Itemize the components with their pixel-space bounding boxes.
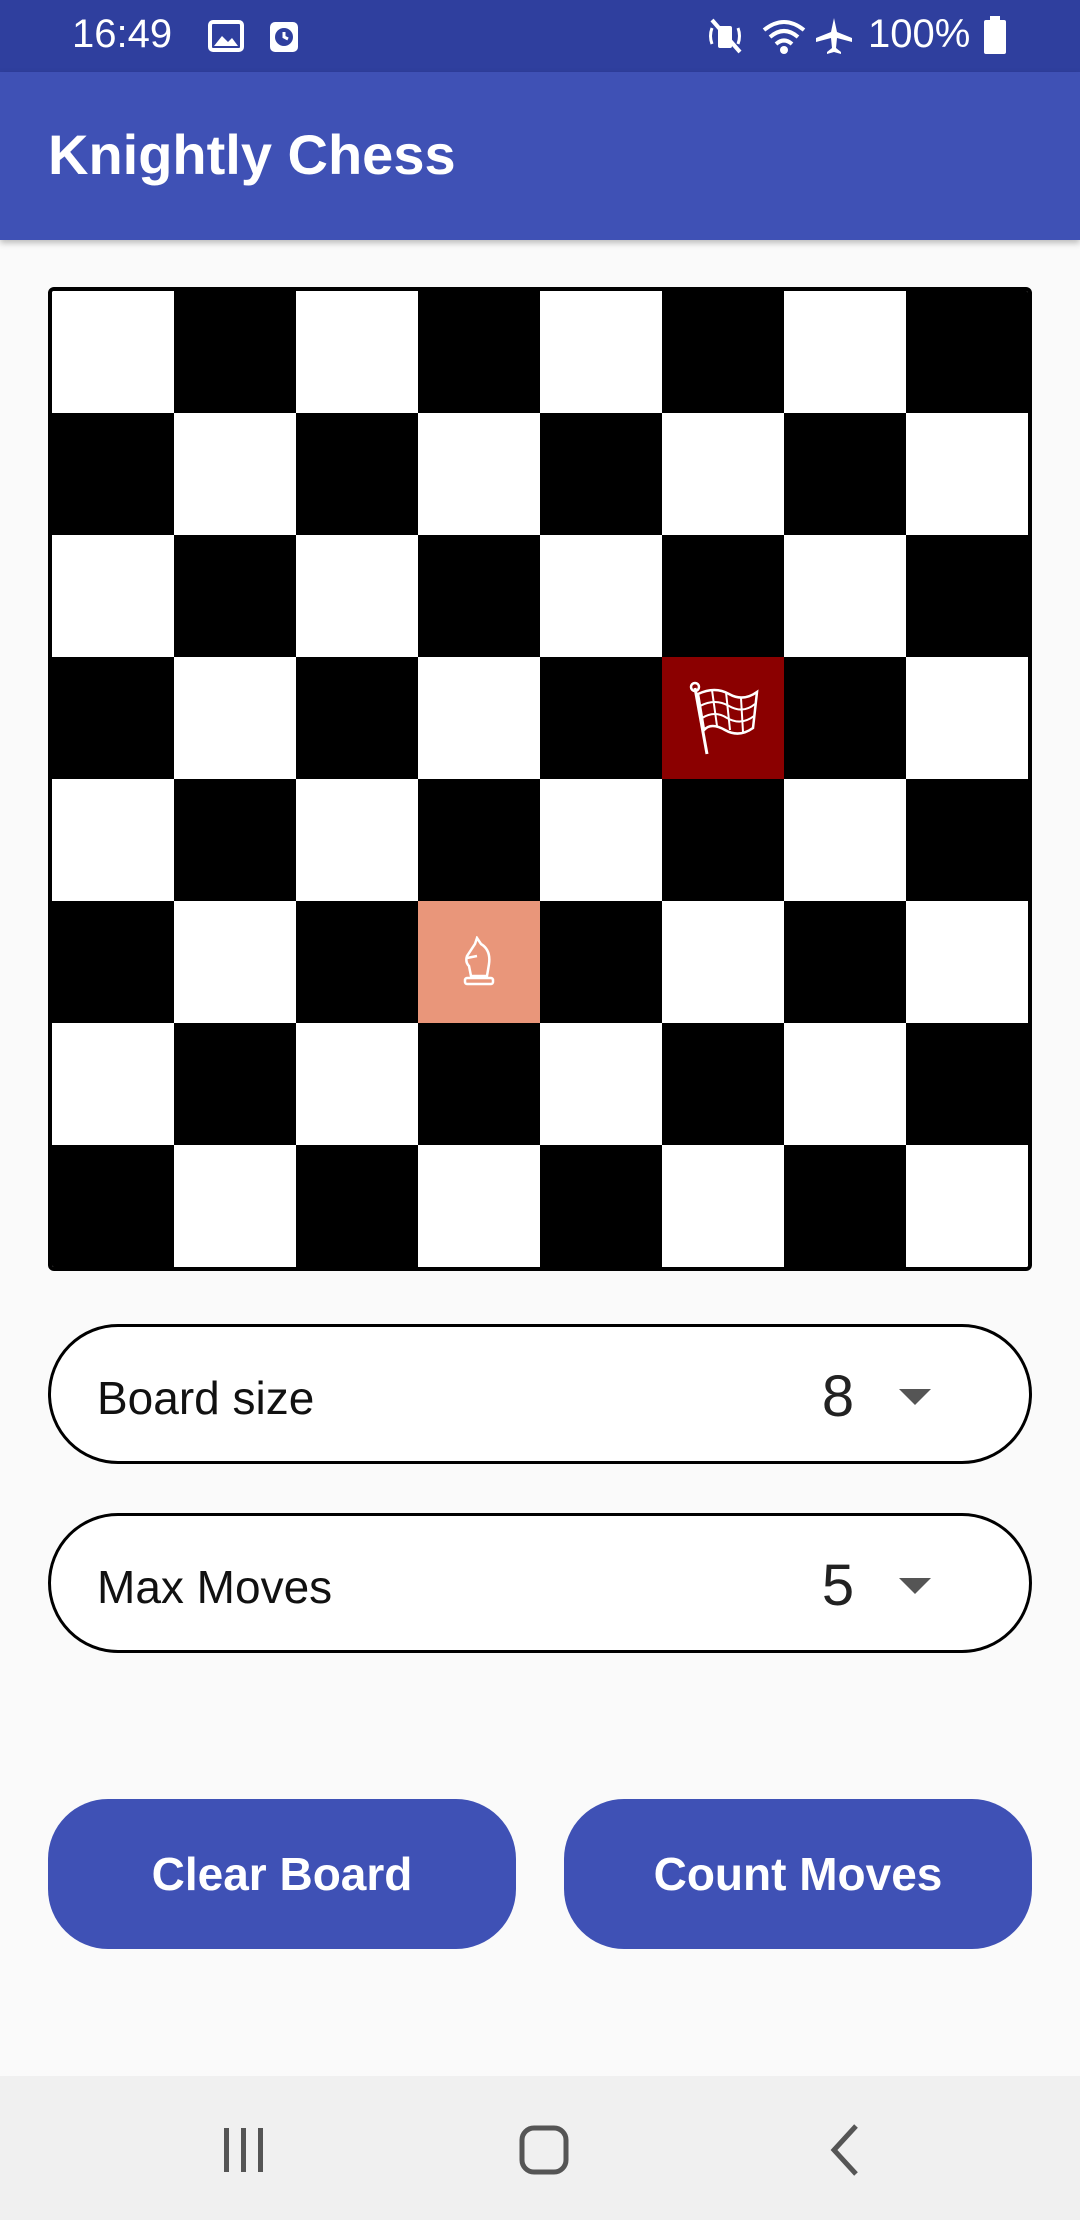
dropdown-arrow-icon [899, 1389, 931, 1405]
board-square[interactable] [52, 413, 174, 535]
wifi-icon [762, 20, 806, 54]
dropdown-arrow-icon [899, 1578, 931, 1594]
board-square[interactable] [52, 779, 174, 901]
chess-knight-icon [463, 936, 495, 986]
home-icon[interactable] [514, 2120, 574, 2180]
checkered-flag-icon [689, 681, 759, 755]
board-square[interactable] [906, 1145, 1028, 1267]
board-square[interactable] [662, 901, 784, 1023]
board-square[interactable] [784, 901, 906, 1023]
app-title: Knightly Chess [48, 123, 456, 186]
board-square[interactable] [174, 1145, 296, 1267]
board-square[interactable] [540, 1145, 662, 1267]
board-square[interactable] [418, 535, 540, 657]
chess-board [48, 287, 1032, 1271]
board-square[interactable] [784, 657, 906, 779]
board-square[interactable] [418, 1145, 540, 1267]
board-size-value: 8 [821, 1364, 855, 1429]
board-square[interactable] [540, 657, 662, 779]
back-icon[interactable] [818, 2120, 878, 2180]
app-bar: Knightly Chess [0, 72, 1080, 240]
board-square[interactable] [418, 779, 540, 901]
board-square[interactable] [52, 535, 174, 657]
max-moves-value: 5 [821, 1553, 855, 1618]
board-square[interactable] [906, 413, 1028, 535]
board-square[interactable] [784, 779, 906, 901]
battery-icon [984, 16, 1006, 54]
knight-square[interactable] [418, 901, 540, 1023]
alarm-app-icon [270, 22, 298, 52]
board-square[interactable] [174, 535, 296, 657]
board-square[interactable] [662, 1145, 784, 1267]
board-square[interactable] [52, 657, 174, 779]
airplane-icon [816, 18, 852, 54]
board-square[interactable] [540, 901, 662, 1023]
board-square[interactable] [662, 535, 784, 657]
board-square[interactable] [784, 1145, 906, 1267]
board-square[interactable] [174, 779, 296, 901]
board-square[interactable] [784, 413, 906, 535]
board-square[interactable] [418, 1023, 540, 1145]
status-bar: 16:49 100% [0, 0, 1080, 72]
board-square[interactable] [784, 535, 906, 657]
board-square[interactable] [662, 291, 784, 413]
board-square[interactable] [540, 413, 662, 535]
board-size-dropdown[interactable]: Board size 8 [48, 1324, 1032, 1464]
board-square[interactable] [174, 291, 296, 413]
board-square[interactable] [784, 1023, 906, 1145]
clear-board-button[interactable]: Clear Board [48, 1799, 516, 1949]
board-square[interactable] [418, 413, 540, 535]
count-moves-button[interactable]: Count Moves [564, 1799, 1032, 1949]
board-square[interactable] [296, 291, 418, 413]
board-square[interactable] [52, 291, 174, 413]
max-moves-dropdown[interactable]: Max Moves 5 [48, 1513, 1032, 1653]
board-square[interactable] [296, 1023, 418, 1145]
board-square[interactable] [784, 291, 906, 413]
board-square[interactable] [296, 779, 418, 901]
board-square[interactable] [296, 1145, 418, 1267]
board-square[interactable] [906, 779, 1028, 901]
board-square[interactable] [296, 657, 418, 779]
navigation-bar [0, 2076, 1080, 2220]
board-square[interactable] [662, 779, 784, 901]
board-square[interactable] [174, 657, 296, 779]
board-square[interactable] [418, 291, 540, 413]
board-square[interactable] [52, 1145, 174, 1267]
board-square[interactable] [296, 535, 418, 657]
board-square[interactable] [906, 657, 1028, 779]
image-icon [208, 20, 244, 52]
board-square[interactable] [174, 413, 296, 535]
board-square[interactable] [662, 1023, 784, 1145]
board-square[interactable] [540, 779, 662, 901]
max-moves-label: Max Moves [97, 1561, 333, 1613]
board-square[interactable] [540, 535, 662, 657]
recent-apps-icon[interactable] [214, 2120, 274, 2180]
board-square[interactable] [906, 901, 1028, 1023]
board-square[interactable] [540, 1023, 662, 1145]
board-square[interactable] [418, 657, 540, 779]
board-square[interactable] [906, 291, 1028, 413]
board-square[interactable] [662, 413, 784, 535]
battery-percent: 100% [868, 12, 971, 56]
board-square[interactable] [174, 1023, 296, 1145]
status-time: 16:49 [72, 12, 173, 56]
board-square[interactable] [296, 413, 418, 535]
target-square[interactable] [662, 657, 784, 779]
board-square[interactable] [296, 901, 418, 1023]
board-square[interactable] [906, 1023, 1028, 1145]
board-square[interactable] [174, 901, 296, 1023]
board-size-label: Board size [97, 1372, 315, 1424]
board-square[interactable] [52, 1023, 174, 1145]
board-square[interactable] [52, 901, 174, 1023]
board-square[interactable] [540, 291, 662, 413]
board-square[interactable] [906, 535, 1028, 657]
mute-icon [709, 18, 742, 54]
